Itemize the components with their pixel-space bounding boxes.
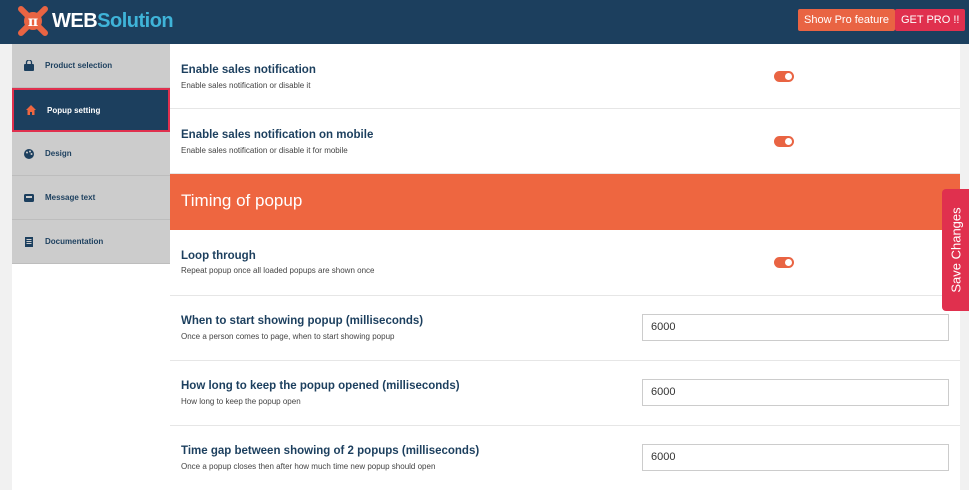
setting-desc: How long to keep the popup open	[181, 397, 301, 406]
pi-logo-icon: π	[18, 6, 48, 36]
sidebar-item-label: Popup setting	[47, 105, 101, 115]
show-pro-feature-button[interactable]: Show Pro feature	[798, 9, 895, 31]
home-icon	[24, 103, 38, 117]
message-icon	[22, 191, 36, 205]
setting-title: Enable sales notification	[181, 64, 316, 76]
logo[interactable]: π WEBSolution	[18, 6, 174, 36]
time-gap-input[interactable]: 6000	[642, 444, 949, 471]
setting-title: Time gap between showing of 2 popups (mi…	[181, 445, 480, 457]
setting-desc: Once a person comes to page, when to sta…	[181, 332, 395, 341]
sidebar-item-documentation[interactable]: Documentation	[12, 220, 170, 264]
setting-desc: Repeat popup once all loaded popups are …	[181, 266, 375, 275]
logo-text: WEBSolution	[52, 9, 174, 33]
sales-notification-toggle[interactable]	[774, 71, 794, 82]
setting-title: When to start showing popup (millisecond…	[181, 315, 424, 327]
setting-desc: Enable sales notification or disable it	[181, 81, 311, 90]
setting-title: Enable sales notification on mobile	[181, 129, 374, 141]
section-title: Timing of popup	[181, 191, 303, 210]
svg-text:π: π	[28, 14, 38, 30]
setting-desc: Enable sales notification or disable it …	[181, 146, 348, 155]
section-header-timing: Timing of popup	[170, 174, 960, 230]
save-changes-label: Save Changes	[948, 207, 963, 293]
start-showing-input[interactable]: 6000	[642, 314, 949, 341]
setting-desc: Once a popup closes then after how much …	[181, 462, 436, 471]
sidebar-item-label: Documentation	[45, 237, 104, 246]
logo-suffix: Solution	[97, 9, 174, 32]
settings-panel: Enable sales notification Enable sales n…	[170, 44, 960, 490]
setting-row-keep-open: How long to keep the popup opened (milli…	[170, 361, 960, 426]
sidebar-item-popup-setting[interactable]: Popup setting	[12, 88, 170, 132]
logo-prefix: WEB	[52, 9, 98, 32]
sidebar-item-label: Design	[45, 149, 72, 158]
sidebar-item-message-text[interactable]: Message text	[12, 176, 170, 220]
top-header: π WEBSolution Show Pro feature GET PRO !…	[0, 0, 969, 44]
setting-title: Loop through	[181, 250, 256, 262]
shopping-bag-icon	[22, 59, 36, 73]
setting-row-sales-notification-mobile: Enable sales notification on mobile Enab…	[170, 109, 960, 174]
loop-through-toggle[interactable]	[774, 257, 794, 268]
setting-row-sales-notification: Enable sales notification Enable sales n…	[170, 44, 960, 109]
sidebar: Product selection Popup setting Design M…	[12, 44, 170, 490]
setting-title: How long to keep the popup opened (milli…	[181, 380, 460, 392]
setting-row-loop-through: Loop through Repeat popup once all loade…	[170, 230, 960, 296]
sidebar-item-design[interactable]: Design	[12, 132, 170, 176]
sidebar-item-product-selection[interactable]: Product selection	[12, 44, 170, 88]
sales-notification-mobile-toggle[interactable]	[774, 136, 794, 147]
setting-row-start-showing: When to start showing popup (millisecond…	[170, 296, 960, 361]
document-icon	[22, 235, 36, 249]
save-changes-button[interactable]: Save Changes	[942, 189, 969, 311]
sidebar-item-label: Message text	[45, 193, 96, 202]
palette-icon	[22, 147, 36, 161]
keep-open-input[interactable]: 6000	[642, 379, 949, 406]
sidebar-item-label: Product selection	[45, 61, 113, 70]
get-pro-button[interactable]: GET PRO !!	[895, 9, 966, 31]
setting-row-time-gap: Time gap between showing of 2 popups (mi…	[170, 426, 960, 490]
